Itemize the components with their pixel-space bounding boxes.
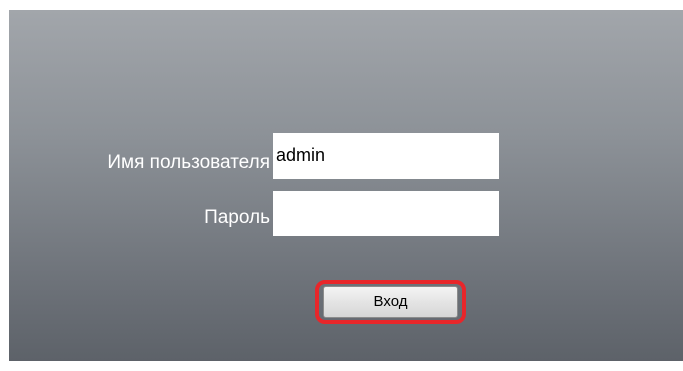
left-margin <box>0 10 9 361</box>
password-field[interactable] <box>273 191 499 236</box>
username-label: Имя пользователя <box>107 152 270 173</box>
page-frame: Имя пользователя admin Пароль Вход <box>0 0 683 371</box>
login-button[interactable]: Вход <box>323 286 458 318</box>
password-label: Пароль <box>204 207 270 228</box>
username-value: admin <box>276 145 326 165</box>
bottom-margin <box>0 361 683 371</box>
